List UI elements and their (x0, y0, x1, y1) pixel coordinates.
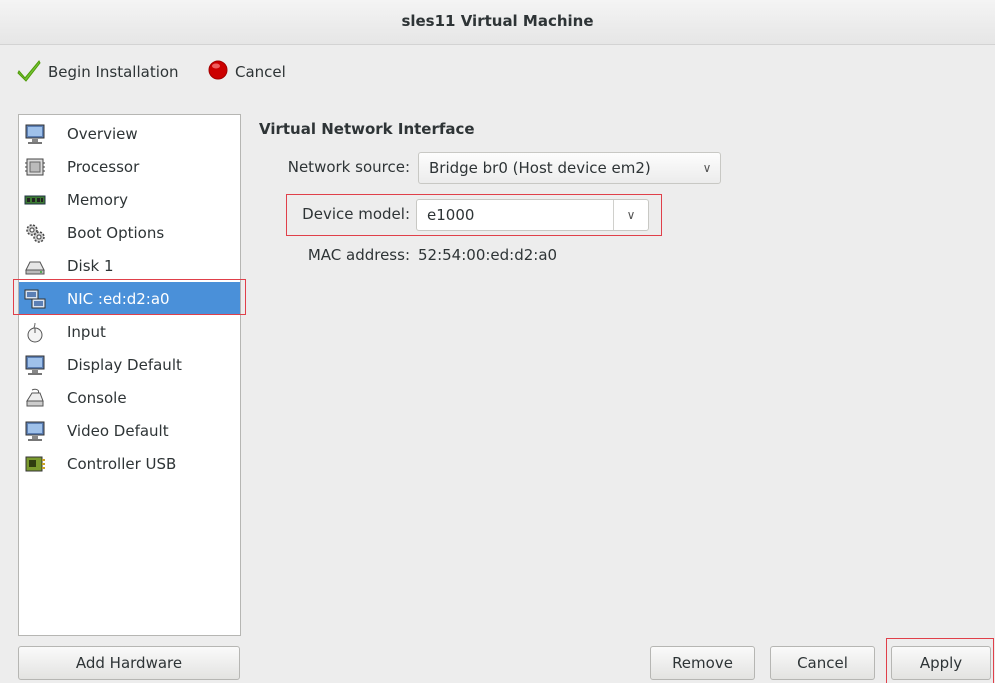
sidebar-item-label: Overview (67, 124, 138, 143)
memory-icon (23, 188, 47, 212)
sidebar-item-label: Display Default (67, 355, 182, 374)
device-model-combo[interactable]: e1000 ∨ (416, 199, 649, 231)
sidebar-item-label: Memory (67, 190, 129, 209)
network-icon (23, 287, 47, 311)
checkmark-icon (16, 57, 42, 87)
sidebar-item-label: Processor (67, 157, 140, 176)
add-hardware-button[interactable]: Add Hardware (18, 646, 240, 680)
sidebar-item-label: Controller USB (67, 454, 177, 473)
controller-icon (23, 452, 47, 476)
sidebar-item-label: NIC :ed:d2:a0 (67, 289, 170, 308)
cancel-installation-label: Cancel (235, 63, 286, 81)
sidebar-item-boot-options[interactable]: Boot Options (19, 216, 240, 249)
sidebar-item-memory[interactable]: Memory (19, 183, 240, 216)
sidebar-item-video[interactable]: Video Default (19, 414, 240, 447)
remove-button[interactable]: Remove (650, 646, 755, 680)
gears-icon (23, 221, 47, 245)
section-title: Virtual Network Interface (259, 120, 475, 138)
cancel-button[interactable]: Cancel (770, 646, 875, 680)
sidebar-item-display[interactable]: Display Default (19, 348, 240, 381)
sidebar-item-disk[interactable]: Disk 1 (19, 249, 240, 282)
mac-address-value: 52:54:00:ed:d2:a0 (418, 246, 558, 264)
apply-button[interactable]: Apply (891, 646, 991, 680)
begin-installation-button[interactable]: Begin Installation (16, 58, 179, 86)
sidebar-item-label: Console (67, 388, 127, 407)
window-title: sles11 Virtual Machine (401, 12, 594, 30)
title-bar: sles11 Virtual Machine (0, 0, 995, 45)
device-model-value: e1000 (427, 206, 475, 224)
sidebar-item-processor[interactable]: Processor (19, 150, 240, 183)
monitor-icon (23, 419, 47, 443)
sidebar-item-overview[interactable]: Overview (19, 117, 240, 150)
begin-installation-label: Begin Installation (48, 63, 179, 81)
processor-icon (23, 155, 47, 179)
stop-icon (207, 59, 229, 85)
network-source-label: Network source: (287, 158, 410, 176)
sidebar-item-label: Video Default (67, 421, 169, 440)
device-model-label: Device model: (302, 205, 410, 223)
sidebar-item-input[interactable]: Input (19, 315, 240, 348)
hardware-list[interactable]: Overview Processor Memory Boot Options D… (18, 114, 241, 636)
disk-icon (23, 254, 47, 278)
monitor-icon (23, 122, 47, 146)
monitor-icon (23, 353, 47, 377)
sidebar-item-nic[interactable]: NIC :ed:d2:a0 (19, 282, 240, 315)
cancel-installation-button[interactable]: Cancel (207, 58, 286, 86)
sidebar-item-label: Input (67, 322, 106, 341)
network-source-value: Bridge br0 (Host device em2) (429, 159, 651, 177)
console-icon (23, 386, 47, 410)
sidebar-item-controller-usb[interactable]: Controller USB (19, 447, 240, 480)
sidebar-item-label: Boot Options (67, 223, 165, 242)
sidebar-item-label: Disk 1 (67, 256, 114, 275)
chevron-down-icon: ∨ (702, 161, 712, 175)
chevron-down-icon[interactable]: ∨ (614, 208, 648, 222)
sidebar-item-console[interactable]: Console (19, 381, 240, 414)
network-source-dropdown[interactable]: Bridge br0 (Host device em2) ∨ (418, 152, 721, 184)
mac-address-label: MAC address: (307, 246, 410, 264)
mouse-icon (23, 320, 47, 344)
